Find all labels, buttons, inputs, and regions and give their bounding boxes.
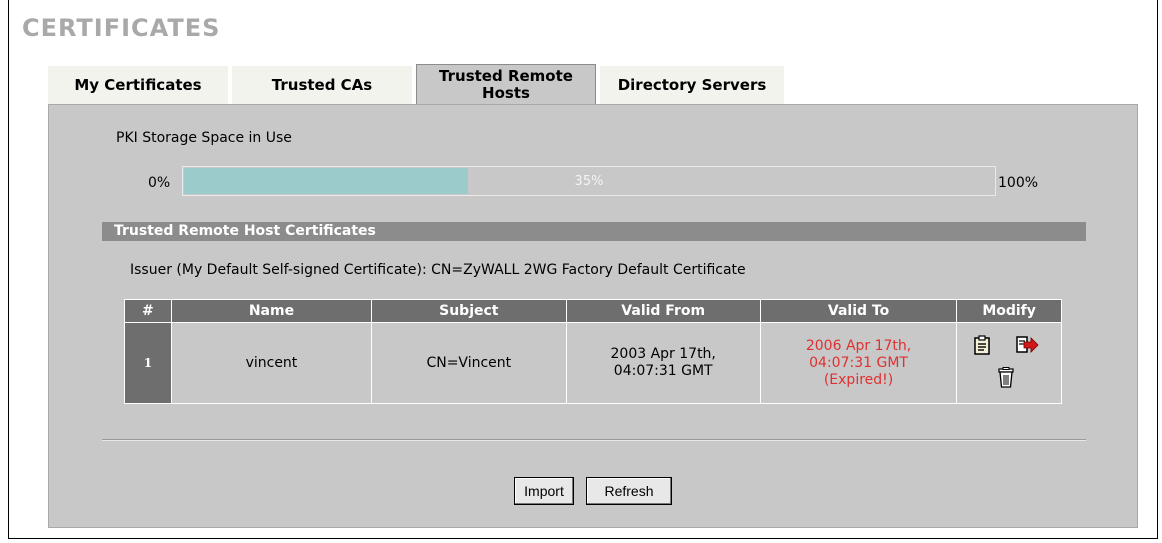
column-header-subject: Subject (371, 299, 567, 323)
storage-progress-bar: 35% (182, 166, 996, 196)
row-modify (956, 322, 1062, 404)
tab-my-certificates[interactable]: My Certificates (48, 66, 228, 104)
valid-to-time: 04:07:31 GMT (809, 354, 908, 371)
divider (102, 439, 1086, 441)
column-header-valid-to: Valid To (759, 299, 958, 323)
export-icon[interactable] (1015, 335, 1039, 359)
column-header-name: Name (170, 299, 373, 323)
valid-to-date: 2006 Apr 17th, (805, 337, 912, 354)
import-button[interactable]: Import (514, 477, 574, 505)
valid-from-time: 04:07:31 GMT (613, 363, 713, 379)
storage-max-label: 100% (998, 175, 1039, 191)
row-valid-from: 2003 Apr 17th, 04:07:31 GMT (565, 322, 761, 404)
row-subject: CN=Vincent (371, 322, 567, 404)
storage-label: PKI Storage Space in Use (116, 130, 292, 146)
details-icon[interactable] (973, 335, 993, 359)
tab-trusted-remote-hosts[interactable]: Trusted Remote Hosts (416, 64, 596, 104)
valid-from-date: 2003 Apr 17th, (610, 346, 716, 362)
table-header-row: # Name Subject Valid From Valid To Modif… (124, 299, 1062, 323)
storage-progress-text: 35% (574, 174, 604, 189)
table-row: 1 vincent CN=Vincent 2003 Apr 17th, 04:0… (124, 322, 1062, 404)
storage-min-label: 0% (148, 175, 171, 191)
issuer-text: Issuer (My Default Self-signed Certifica… (130, 262, 746, 278)
column-header-number: # (124, 299, 172, 323)
expired-status: (Expired!) (823, 371, 894, 388)
delete-icon[interactable] (997, 367, 1015, 393)
row-name: vincent (170, 322, 373, 404)
page-title: CERTIFICATES (22, 14, 221, 42)
tab-label: Directory Servers (617, 75, 767, 94)
column-header-valid-from: Valid From (565, 299, 761, 323)
certificates-table: # Name Subject Valid From Valid To Modif… (124, 299, 1062, 404)
tab-trusted-cas[interactable]: Trusted CAs (232, 66, 412, 104)
tab-label: My Certificates (74, 75, 202, 94)
tab-directory-servers[interactable]: Directory Servers (600, 66, 784, 104)
column-header-modify: Modify (956, 299, 1062, 323)
refresh-button[interactable]: Refresh (586, 477, 672, 505)
section-header: Trusted Remote Host Certificates (102, 222, 1086, 241)
row-valid-to: 2006 Apr 17th, 04:07:31 GMT (Expired!) (759, 322, 958, 404)
tab-label: Trusted Remote Hosts (439, 66, 573, 102)
row-number: 1 (124, 322, 172, 404)
tab-label: Trusted CAs (271, 75, 373, 94)
